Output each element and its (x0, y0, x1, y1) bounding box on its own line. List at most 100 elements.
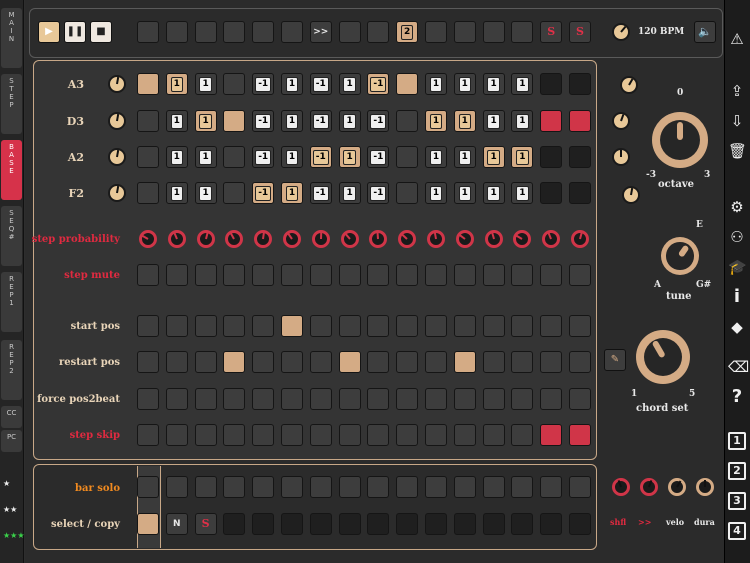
knob-velo[interactable] (668, 478, 686, 496)
bar-solo-cell[interactable] (569, 476, 591, 498)
octave-knob[interactable] (652, 112, 708, 168)
param-cell[interactable] (194, 351, 217, 373)
edit-pencil-button[interactable]: ✎ (604, 349, 626, 371)
param-cell[interactable] (165, 264, 188, 286)
pattern-1-icon[interactable]: 1 (728, 432, 746, 450)
step-cell[interactable]: 1 (425, 110, 447, 132)
param-cell[interactable] (223, 264, 246, 286)
step-cell[interactable] (137, 182, 159, 204)
select-copy-cell[interactable] (453, 513, 476, 535)
select-copy-cell[interactable] (252, 513, 275, 535)
step-cell[interactable]: 1 (338, 146, 361, 168)
bar-button-2[interactable] (165, 21, 188, 43)
param-cell[interactable] (252, 388, 275, 410)
param-cell[interactable] (425, 264, 447, 286)
step-cell[interactable]: 1 (511, 146, 534, 168)
param-cell[interactable] (482, 315, 505, 337)
param-cell[interactable] (137, 351, 159, 373)
step-cell[interactable] (137, 73, 159, 95)
eraser-icon[interactable]: ⌫ (728, 358, 749, 376)
tab-base[interactable]: B A S E (1, 140, 22, 200)
step-cell[interactable]: -1 (252, 73, 275, 95)
param-cell[interactable] (396, 264, 419, 286)
param-cell[interactable] (569, 424, 591, 446)
step-cell[interactable]: -1 (309, 146, 332, 168)
step-cell[interactable]: 1 (453, 182, 476, 204)
trash-icon[interactable]: 🗑 (728, 142, 747, 160)
param-cell[interactable] (252, 264, 275, 286)
param-cell[interactable] (569, 264, 591, 286)
help-icon[interactable]: ? (728, 388, 746, 406)
bar-button-9[interactable] (367, 21, 390, 43)
param-cell[interactable] (540, 424, 563, 446)
warning-icon[interactable]: ⚠ (728, 30, 746, 48)
bar-button-15[interactable]: S (540, 21, 563, 43)
tree-icon[interactable]: ⚇ (728, 228, 746, 246)
rating-stars-3[interactable]: ★★★ (3, 532, 25, 540)
bar-button-13[interactable] (482, 21, 505, 43)
select-copy-cell[interactable] (482, 513, 505, 535)
bar-button-1[interactable] (137, 21, 159, 43)
step-cell[interactable]: -1 (367, 146, 390, 168)
param-cell[interactable] (338, 388, 361, 410)
graduation-icon[interactable]: 🎓 (728, 258, 747, 276)
speaker-mute-icon[interactable]: 🔈 (694, 21, 716, 43)
select-copy-cell[interactable]: S (194, 513, 217, 535)
step-cell[interactable]: 1 (453, 146, 476, 168)
step-cell[interactable]: -1 (252, 110, 275, 132)
step-cell[interactable] (540, 146, 563, 168)
param-cell[interactable] (540, 315, 563, 337)
param-cell[interactable] (309, 264, 332, 286)
tab-cc[interactable]: CC (1, 406, 22, 428)
param-cell[interactable] (281, 388, 303, 410)
param-cell[interactable] (252, 351, 275, 373)
select-copy-cell[interactable] (309, 513, 332, 535)
param-cell[interactable] (540, 264, 563, 286)
bar-button-8[interactable] (338, 21, 361, 43)
step-cell[interactable] (223, 182, 246, 204)
param-cell[interactable] (309, 424, 332, 446)
step-cell[interactable]: -1 (367, 110, 390, 132)
rating-stars-2[interactable]: ★★ (3, 506, 17, 514)
param-cell[interactable] (425, 315, 447, 337)
param-cell[interactable] (453, 388, 476, 410)
param-cell[interactable] (223, 351, 246, 373)
probability-knob[interactable] (167, 230, 186, 248)
param-cell[interactable] (281, 264, 303, 286)
pattern-3-icon[interactable]: 3 (728, 492, 746, 510)
track-knob-3[interactable] (108, 148, 126, 166)
param-cell[interactable] (569, 351, 591, 373)
step-cell[interactable]: 1 (165, 73, 188, 95)
select-copy-cell[interactable] (540, 513, 563, 535)
bar-solo-cell[interactable] (396, 476, 419, 498)
step-cell[interactable] (396, 146, 419, 168)
probability-knob[interactable] (340, 230, 359, 248)
tab-step[interactable]: S T E P (1, 74, 22, 134)
step-cell[interactable]: 1 (338, 110, 361, 132)
param-cell[interactable] (511, 264, 534, 286)
play-button[interactable]: ▶ (38, 21, 60, 43)
param-cell[interactable] (165, 424, 188, 446)
step-cell[interactable]: -1 (309, 182, 332, 204)
step-cell[interactable]: 1 (194, 146, 217, 168)
select-copy-cell[interactable] (511, 513, 534, 535)
bar-solo-cell[interactable] (194, 476, 217, 498)
param-cell[interactable] (252, 424, 275, 446)
step-cell[interactable]: -1 (252, 182, 275, 204)
param-cell[interactable] (309, 388, 332, 410)
param-cell[interactable] (281, 424, 303, 446)
step-cell[interactable]: -1 (309, 110, 332, 132)
bar-solo-cell[interactable] (511, 476, 534, 498)
param-cell[interactable] (425, 351, 447, 373)
probability-knob[interactable] (427, 230, 445, 248)
step-cell[interactable] (396, 182, 419, 204)
probability-knob[interactable] (484, 230, 503, 248)
bar-button-6[interactable] (281, 21, 303, 43)
side-knob-2[interactable] (612, 112, 630, 130)
param-cell[interactable] (223, 388, 246, 410)
bar-button-7[interactable]: >> (309, 21, 332, 43)
export-icon[interactable]: ⇩ (728, 112, 746, 130)
diamond-icon[interactable]: ◆ (728, 318, 746, 336)
step-cell[interactable] (137, 146, 159, 168)
param-cell[interactable] (338, 315, 361, 337)
